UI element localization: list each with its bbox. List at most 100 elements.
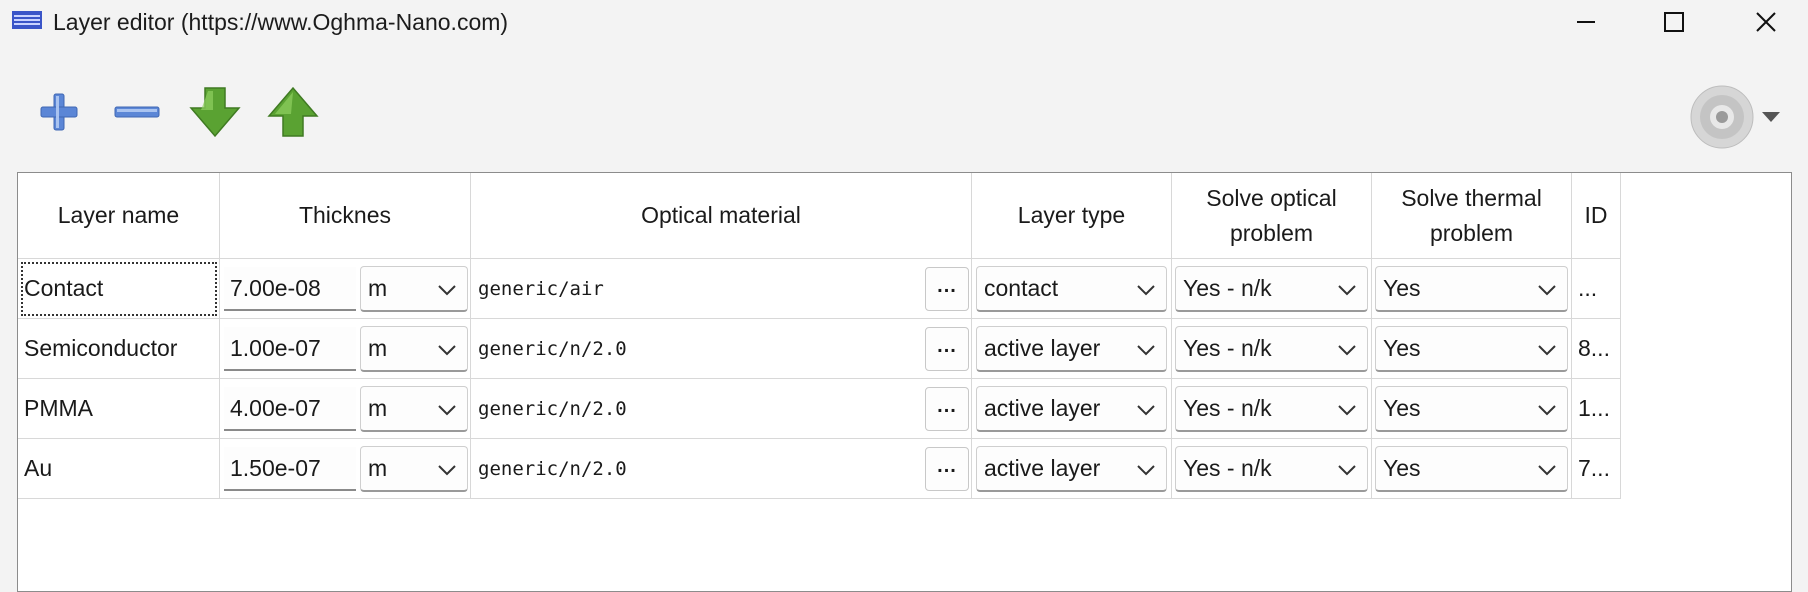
add-layer-button[interactable]	[28, 80, 90, 144]
title-bar: Layer editor (https://www.Oghma-Nano.com…	[0, 0, 1808, 44]
thickness-input[interactable]: 7.00e-08	[224, 267, 356, 311]
browse-material-button[interactable]: ...	[925, 267, 969, 311]
layer-name-cell[interactable]: Semiconductor	[18, 319, 220, 379]
thickness-cell: 7.00e-08 m	[220, 259, 471, 319]
chevron-down-icon	[1538, 285, 1556, 296]
thickness-cell: 1.50e-07 m	[220, 439, 471, 499]
solve-optical-cell: Yes - n/k	[1172, 379, 1372, 439]
chevron-down-icon	[1137, 345, 1155, 356]
chevron-down-icon	[1338, 345, 1356, 356]
move-down-button[interactable]	[184, 80, 246, 144]
menu-lines-icon	[12, 11, 42, 29]
header-solve-optical[interactable]: Solve optical problem	[1172, 173, 1372, 259]
header-optical-material[interactable]: Optical material	[471, 173, 972, 259]
layer-type-select[interactable]: contact	[976, 266, 1167, 312]
layer-type-cell: active layer	[972, 379, 1172, 439]
chevron-down-icon	[1137, 405, 1155, 416]
arrow-down-icon	[189, 87, 241, 138]
chevron-down-icon	[438, 285, 456, 296]
move-up-button[interactable]	[262, 80, 324, 144]
toolbar	[0, 60, 1808, 160]
solve-thermal-select[interactable]: Yes	[1375, 326, 1568, 372]
layer-name-cell[interactable]: Au	[18, 439, 220, 499]
unit-select[interactable]: m	[360, 266, 468, 312]
optical-material-cell: generic/n/2.0 ...	[471, 439, 972, 499]
thickness-input[interactable]: 4.00e-07	[224, 387, 356, 431]
thickness-cell: 1.00e-07 m	[220, 319, 471, 379]
optical-material-cell: generic/n/2.0 ...	[471, 319, 972, 379]
maximize-button[interactable]	[1634, 0, 1714, 44]
solve-thermal-select[interactable]: Yes	[1375, 266, 1568, 312]
browse-material-button[interactable]: ...	[925, 327, 969, 371]
table-row: Semiconductor 1.00e-07 m generic/n/2.0 .…	[18, 319, 1621, 379]
layer-name-cell[interactable]: Contact	[18, 259, 220, 319]
solve-optical-select[interactable]: Yes - n/k	[1175, 446, 1368, 492]
thickness-cell: 4.00e-07 m	[220, 379, 471, 439]
solve-thermal-cell: Yes	[1372, 379, 1572, 439]
layer-name-cell[interactable]: PMMA	[18, 379, 220, 439]
layer-type-select[interactable]: active layer	[976, 446, 1167, 492]
solve-thermal-select[interactable]: Yes	[1375, 386, 1568, 432]
minimize-icon	[1577, 21, 1595, 23]
remove-layer-button[interactable]	[106, 80, 168, 144]
close-button[interactable]	[1726, 0, 1806, 44]
arrow-up-icon	[267, 86, 319, 137]
solve-optical-select[interactable]: Yes - n/k	[1175, 386, 1368, 432]
chevron-down-icon	[1538, 345, 1556, 356]
browse-material-button[interactable]: ...	[925, 447, 969, 491]
layer-type-cell: contact	[972, 259, 1172, 319]
chevron-down-icon	[1338, 465, 1356, 476]
disc-menu-icon	[1690, 85, 1780, 149]
solve-optical-select[interactable]: Yes - n/k	[1175, 326, 1368, 372]
plus-icon	[40, 93, 78, 131]
close-icon	[1756, 12, 1776, 32]
id-cell[interactable]: 8...	[1572, 319, 1621, 379]
material-path[interactable]: generic/n/2.0	[478, 319, 627, 379]
solve-thermal-cell: Yes	[1372, 319, 1572, 379]
header-layer-type[interactable]: Layer type	[972, 173, 1172, 259]
optical-material-cell: generic/n/2.0 ...	[471, 379, 972, 439]
solve-thermal-select[interactable]: Yes	[1375, 446, 1568, 492]
header-solve-thermal[interactable]: Solve thermal problem	[1372, 173, 1572, 259]
chevron-down-icon	[438, 465, 456, 476]
unit-select[interactable]: m	[360, 386, 468, 432]
id-cell[interactable]: 1...	[1572, 379, 1621, 439]
material-path[interactable]: generic/air	[478, 259, 604, 319]
solve-optical-cell: Yes - n/k	[1172, 259, 1372, 319]
material-path[interactable]: generic/n/2.0	[478, 439, 627, 499]
solve-optical-cell: Yes - n/k	[1172, 439, 1372, 499]
header-thickness[interactable]: Thicknes	[220, 173, 471, 259]
options-menu-button[interactable]	[1686, 84, 1782, 150]
layer-type-select[interactable]: active layer	[976, 326, 1167, 372]
minimize-button[interactable]	[1546, 0, 1626, 44]
chevron-down-icon	[1538, 465, 1556, 476]
id-cell[interactable]: ...	[1572, 259, 1621, 319]
material-path[interactable]: generic/n/2.0	[478, 379, 627, 439]
chevron-down-icon	[1137, 285, 1155, 296]
browse-material-button[interactable]: ...	[925, 387, 969, 431]
solve-optical-select[interactable]: Yes - n/k	[1175, 266, 1368, 312]
chevron-down-icon	[438, 405, 456, 416]
layer-table: Layer name Thicknes Optical material Lay…	[17, 172, 1792, 592]
table-row: Au 1.50e-07 m generic/n/2.0 ... active l…	[18, 439, 1621, 499]
chevron-down-icon	[1538, 405, 1556, 416]
thickness-input[interactable]: 1.50e-07	[224, 447, 356, 491]
optical-material-cell: generic/air ...	[471, 259, 972, 319]
header-id[interactable]: ID	[1572, 173, 1621, 259]
table-row: Contact 7.00e-08 m generic/air ... conta…	[18, 259, 1621, 319]
layer-type-cell: active layer	[972, 319, 1172, 379]
unit-select[interactable]: m	[360, 326, 468, 372]
minus-icon	[114, 106, 160, 118]
layer-type-select[interactable]: active layer	[976, 386, 1167, 432]
solve-thermal-cell: Yes	[1372, 259, 1572, 319]
chevron-down-icon	[1338, 405, 1356, 416]
unit-select[interactable]: m	[360, 446, 468, 492]
solve-thermal-cell: Yes	[1372, 439, 1572, 499]
chevron-down-icon	[1338, 285, 1356, 296]
thickness-input[interactable]: 1.00e-07	[224, 327, 356, 371]
chevron-down-icon	[438, 345, 456, 356]
header-layer-name[interactable]: Layer name	[18, 173, 220, 259]
table-row: PMMA 4.00e-07 m generic/n/2.0 ... active…	[18, 379, 1621, 439]
maximize-icon	[1664, 12, 1684, 32]
id-cell[interactable]: 7...	[1572, 439, 1621, 499]
